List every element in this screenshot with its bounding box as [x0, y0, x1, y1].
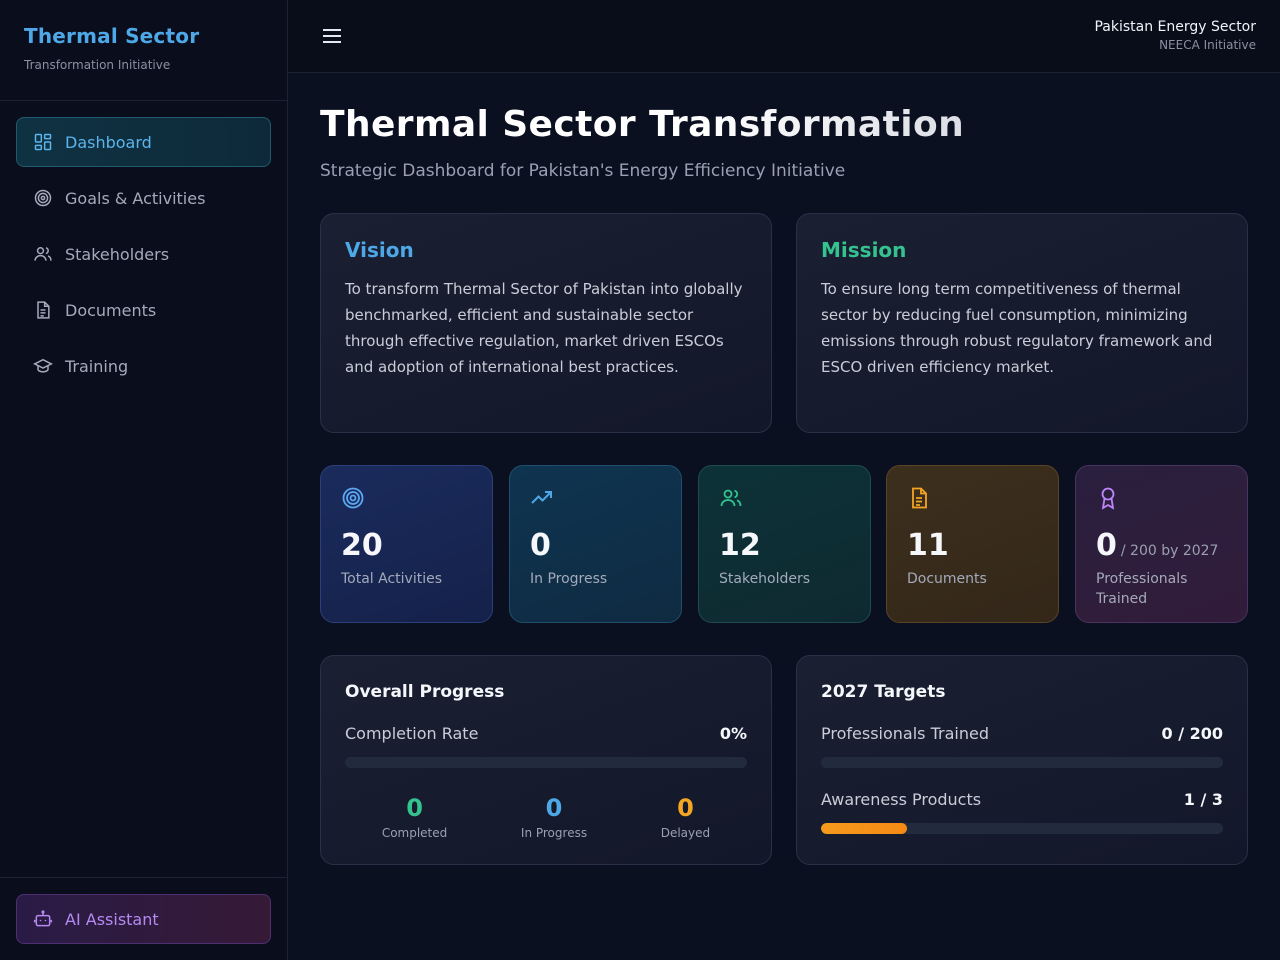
targets-heading: 2027 Targets: [821, 682, 946, 702]
header-initiative: NEECA Initiative: [1159, 38, 1256, 52]
completion-rate-row: Completion Rate 0%: [345, 724, 747, 743]
page-title: Thermal Sector Transformation: [320, 104, 1248, 145]
target-professionals-row: Professionals Trained 0 / 200: [821, 724, 1223, 743]
stat-card-total-activities[interactable]: 20 Total Activities: [320, 465, 493, 623]
mission-text: To ensure long term competitiveness of t…: [821, 280, 1213, 376]
target-awareness-bar: [821, 823, 1223, 834]
targets-card: 2027 Targets Professionals Trained 0 / 2…: [796, 655, 1248, 865]
ai-assistant-button[interactable]: AI Assistant: [16, 894, 271, 944]
page-subtitle: Strategic Dashboard for Pakistan's Energ…: [320, 161, 846, 181]
stat-label: Total Activities: [341, 571, 443, 587]
stat-card-stakeholders[interactable]: 12 Stakeholders: [698, 465, 871, 623]
stat-card-documents[interactable]: 11 Documents: [886, 465, 1059, 623]
sidebar-nav: Dashboard Goals & Activities Stakeholder…: [0, 101, 287, 413]
users-icon: [34, 247, 52, 261]
sidebar-item-training[interactable]: Training: [16, 341, 271, 391]
target-awareness-fill: [821, 823, 908, 834]
brand-title[interactable]: Thermal Sector: [24, 24, 263, 48]
completion-rate-bar: [345, 757, 747, 768]
header-org: Pakistan Energy Sector: [1094, 19, 1256, 35]
sidebar-item-label: Stakeholders: [65, 244, 170, 264]
sidebar-item-stakeholders[interactable]: Stakeholders: [16, 229, 271, 279]
overall-progress-card: Overall Progress Completion Rate 0% 0 Co…: [320, 655, 772, 865]
header-org-info: Pakistan Energy Sector NEECA Initiative: [1094, 19, 1256, 52]
target-awareness-label: Awareness Products: [821, 790, 982, 809]
award-icon: [1101, 487, 1115, 510]
status-in-progress: 0 In Progress: [521, 794, 587, 840]
stat-value: 0/ 200 by 2027: [1096, 528, 1227, 563]
sidebar-item-dashboard[interactable]: Dashboard: [16, 117, 271, 167]
robot-icon: [33, 910, 53, 927]
target-professionals-bar: [821, 757, 1223, 768]
completion-rate-value: 0%: [719, 724, 747, 743]
stat-value: 20: [341, 528, 383, 563]
sidebar-footer: AI Assistant: [0, 877, 287, 960]
overall-progress-heading: Overall Progress: [345, 682, 505, 702]
stat-value: 12: [719, 528, 761, 563]
brand: Thermal Sector Transformation Initiative: [0, 0, 287, 101]
status-delayed: 0 Delayed: [661, 794, 710, 840]
sidebar: Thermal Sector Transformation Initiative…: [0, 0, 288, 960]
document-icon: [37, 301, 50, 319]
graduation-cap-icon: [33, 358, 53, 373]
status-completed: 0 Completed: [382, 794, 447, 840]
trending-up-icon: [531, 491, 552, 504]
dashboard-icon: [34, 133, 52, 151]
sidebar-item-goals[interactable]: Goals & Activities: [16, 173, 271, 223]
sidebar-item-label: Dashboard: [65, 132, 152, 152]
main-content: Thermal Sector Transformation Strategic …: [320, 100, 1248, 865]
status-completed-value: 0: [406, 794, 423, 822]
status-breakdown: 0 Completed 0 In Progress 0 Delayed: [345, 794, 747, 840]
status-in-progress-value: 0: [545, 794, 563, 822]
ai-assistant-label: AI Assistant: [65, 909, 159, 929]
mission-card: Mission To ensure long term competitiven…: [796, 213, 1248, 433]
target-icon: [34, 189, 52, 207]
stat-label: Stakeholders: [719, 571, 811, 587]
hamburger-icon: [323, 29, 341, 43]
sidebar-item-label: Training: [65, 356, 129, 376]
stat-card-in-progress[interactable]: 0 In Progress: [509, 465, 682, 623]
status-delayed-label: Delayed: [660, 826, 711, 840]
stat-label: Professionals Trained: [1096, 571, 1188, 607]
top-bar: Pakistan Energy Sector NEECA Initiative: [288, 0, 1280, 73]
vision-card: Vision To transform Thermal Sector of Pa…: [320, 213, 772, 433]
stat-label: Documents: [907, 571, 987, 587]
menu-toggle-button[interactable]: [318, 24, 346, 48]
stat-value: 11: [907, 528, 949, 563]
document-icon: [912, 487, 927, 509]
brand-subtitle: Transformation Initiative: [24, 58, 171, 72]
sidebar-item-label: Documents: [65, 300, 157, 320]
stat-card-professionals-trained[interactable]: 0/ 200 by 2027 Professionals Trained: [1075, 465, 1248, 623]
sidebar-item-label: Goals & Activities: [65, 188, 206, 208]
vision-heading: Vision: [345, 238, 414, 262]
target-professionals-value: 0 / 200: [1161, 724, 1223, 743]
stat-value: 0: [530, 528, 551, 563]
stat-value-number: 0: [1096, 528, 1117, 563]
completion-rate-label: Completion Rate: [345, 724, 479, 743]
mission-heading: Mission: [821, 238, 907, 262]
target-awareness-value: 1 / 3: [1183, 790, 1223, 809]
target-icon: [342, 487, 364, 509]
status-in-progress-label: In Progress: [520, 826, 588, 840]
target-professionals-label: Professionals Trained: [821, 724, 989, 743]
sidebar-item-documents[interactable]: Documents: [16, 285, 271, 335]
stat-label: In Progress: [530, 571, 608, 587]
stat-value-suffix: / 200 by 2027: [1120, 543, 1219, 559]
status-delayed-value: 0: [677, 794, 694, 822]
target-awareness-row: Awareness Products 1 / 3: [821, 790, 1223, 809]
users-icon: [720, 489, 742, 507]
status-completed-label: Completed: [381, 826, 448, 840]
vision-text: To transform Thermal Sector of Pakistan …: [345, 280, 743, 376]
